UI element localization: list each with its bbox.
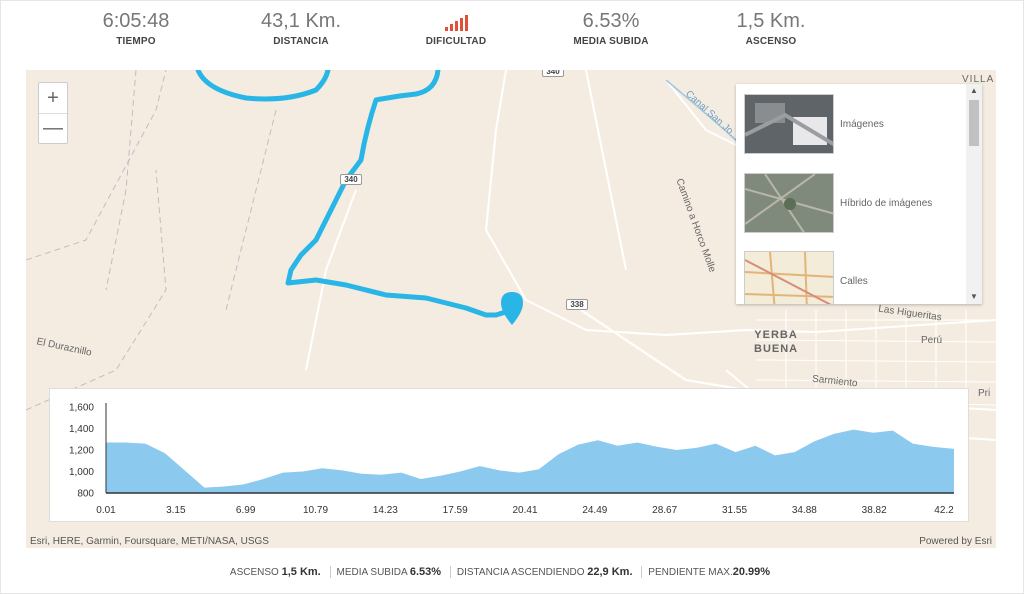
- distance-label: DISTANCIA: [273, 36, 329, 47]
- road-shield-340-top: 340: [542, 70, 564, 77]
- x-tick-label: 28.67: [652, 505, 677, 516]
- basemap-gallery[interactable]: Imágenes Híbrido de imágenes Calles ▲ ▼: [736, 84, 982, 304]
- basemap-streets[interactable]: Calles: [744, 250, 960, 304]
- x-tick-label: 38.82: [862, 505, 887, 516]
- basemap-hybrid[interactable]: Híbrido de imágenes: [744, 172, 960, 234]
- ascent-label: ASCENSO: [745, 36, 797, 47]
- x-tick-label: 3.15: [166, 505, 186, 516]
- y-tick-label: 1,600: [69, 403, 94, 414]
- y-tick-label: 1,000: [69, 467, 94, 478]
- footer-stats: ASCENSO 1,5 Km. MEDIA SUBIDA 6.53% DISTA…: [0, 566, 1000, 578]
- gallery-scroll-thumb[interactable]: [969, 100, 979, 146]
- difficulty-label: DIFICULTAD: [425, 36, 487, 47]
- distance-value: 43,1 Km.: [260, 10, 342, 32]
- gallery-scrollbar[interactable]: ▲ ▼: [966, 84, 982, 304]
- basemap-streets-label: Calles: [840, 275, 868, 287]
- footer-avg-climb: MEDIA SUBIDA 6.53%: [329, 566, 448, 578]
- y-tick-label: 1,200: [69, 446, 94, 457]
- stat-difficulty: DIFICULTAD: [376, 8, 536, 47]
- x-tick-label: 20.41: [512, 505, 537, 516]
- stat-avg-climb: 6.53% MEDIA SUBIDA: [531, 8, 691, 47]
- road-shield-340: 340: [340, 174, 362, 185]
- label-yerba-buena: YERBA BUENA: [754, 329, 799, 355]
- x-tick-label: 42.2: [934, 505, 954, 516]
- avg-climb-value: 6.53%: [582, 10, 640, 32]
- x-tick-label: 10.79: [303, 505, 328, 516]
- x-tick-label: 24.49: [582, 505, 607, 516]
- y-tick-label: 1,400: [69, 424, 94, 435]
- streets-thumbnail: [744, 251, 834, 304]
- stats-bar: 6:05:48 TIEMPO 43,1 Km. DISTANCIA DIFICU…: [26, 0, 996, 62]
- footer-ascent: ASCENSO 1,5 Km.: [229, 566, 321, 578]
- label-peru: Perú: [921, 335, 943, 346]
- imagery-thumbnail: [744, 94, 834, 154]
- time-value: 6:05:48: [102, 10, 170, 32]
- stat-time: 6:05:48 TIEMPO: [56, 8, 216, 47]
- x-tick-label: 0.01: [96, 505, 116, 516]
- time-label: TIEMPO: [116, 36, 156, 47]
- basemap-imagery[interactable]: Imágenes: [744, 93, 960, 155]
- ascent-value: 1,5 Km.: [736, 10, 806, 32]
- stat-ascent: 1,5 Km. ASCENSO: [691, 8, 851, 47]
- elevation-chart: 800 1,000 1,200 1,400 1,600 0.01 3.15 6.99 10.79…: [69, 403, 954, 517]
- hybrid-thumbnail: [744, 173, 834, 233]
- x-tick-label: 14.23: [373, 505, 398, 516]
- y-tick-label: 800: [77, 489, 94, 500]
- road-shield-338: 338: [566, 299, 588, 310]
- x-tick-label: 34.88: [792, 505, 817, 516]
- avg-climb-label: MEDIA SUBIDA: [573, 36, 649, 47]
- x-tick-label: 31.55: [722, 505, 747, 516]
- map-attribution: Esri, HERE, Garmin, Foursquare, METI/NAS…: [30, 536, 269, 547]
- basemap-imagery-label: Imágenes: [840, 118, 884, 130]
- elevation-profile[interactable]: 800 1,000 1,200 1,400 1,600 0.01 3.15 6.99 10.79…: [49, 388, 969, 522]
- powered-by-esri[interactable]: Powered by Esri: [919, 536, 992, 547]
- scroll-up-arrow-icon[interactable]: ▲: [966, 84, 982, 98]
- difficulty-bars-icon: [376, 8, 536, 34]
- x-tick-label: 17.59: [443, 505, 468, 516]
- label-pri: Pri: [978, 388, 991, 399]
- footer-distance-ascending: DISTANCIA ASCENDIENDO 22,9 Km.: [449, 566, 639, 578]
- footer-max-slope: PENDIENTE MAX.20.99%: [641, 566, 776, 578]
- x-tick-label: 6.99: [236, 505, 256, 516]
- stat-distance: 43,1 Km. DISTANCIA: [221, 8, 381, 47]
- elevation-area: [106, 429, 954, 493]
- zoom-out-button[interactable]: —: [39, 113, 67, 143]
- zoom-in-button[interactable]: +: [39, 83, 67, 113]
- zoom-control: + —: [38, 82, 68, 144]
- route-end-marker-icon: [501, 292, 523, 325]
- basemap-hybrid-label: Híbrido de imágenes: [840, 197, 933, 209]
- scroll-down-arrow-icon[interactable]: ▼: [966, 290, 982, 304]
